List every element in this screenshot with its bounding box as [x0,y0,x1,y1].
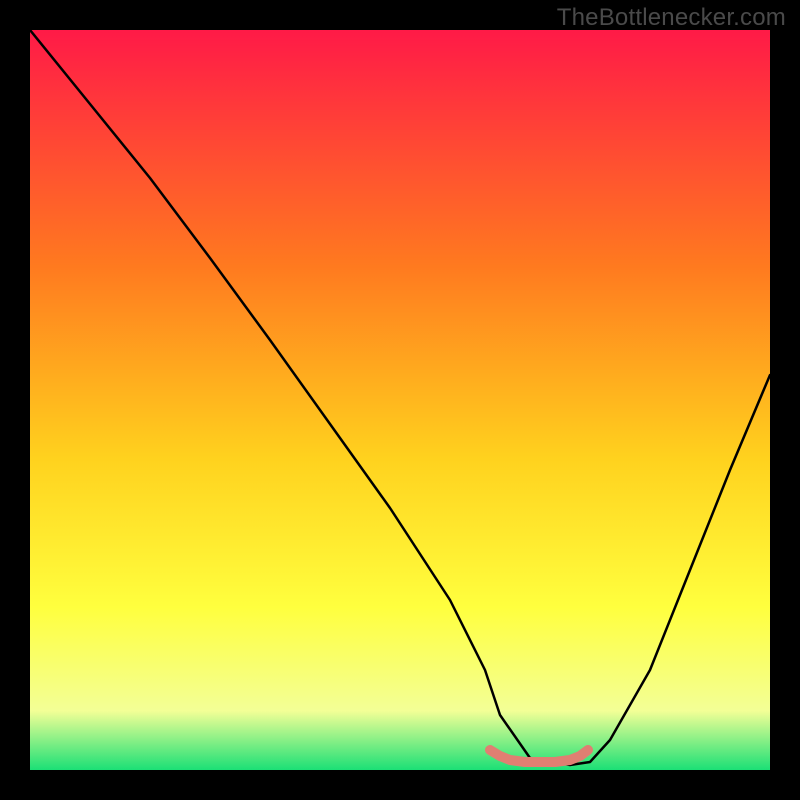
chart-frame: TheBottlenecker.com [0,0,800,800]
gradient-background [30,30,770,770]
plot-area [30,30,770,770]
chart-svg [30,30,770,770]
watermark-text: TheBottlenecker.com [557,4,786,32]
